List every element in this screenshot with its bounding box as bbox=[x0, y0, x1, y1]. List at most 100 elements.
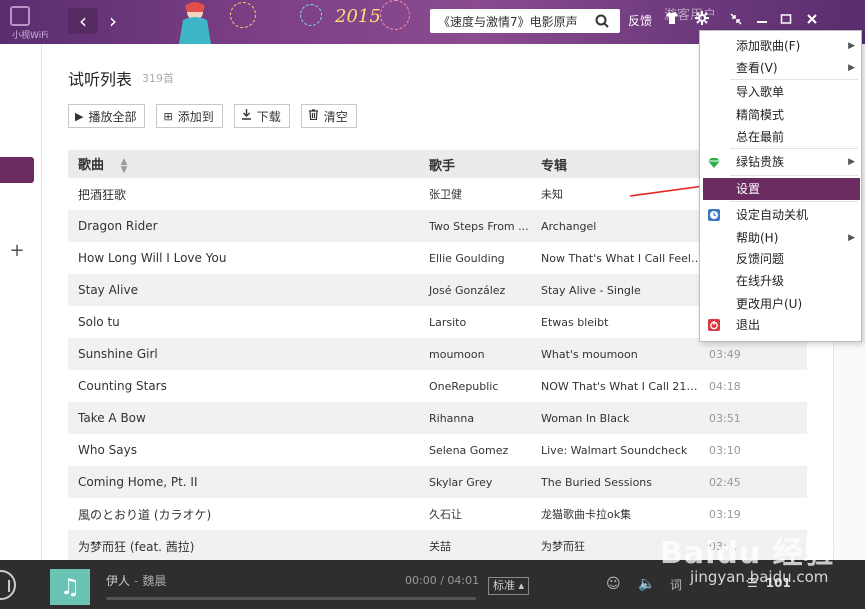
column-artist[interactable]: 歌手 bbox=[419, 155, 531, 174]
play-all-button[interactable]: ▶ 播放全部 bbox=[68, 104, 146, 128]
table-row[interactable]: Take A Bow Rihanna Woman In Black 03:51 bbox=[68, 402, 807, 434]
row-album: What's moumoon bbox=[541, 347, 638, 361]
table-body: 把酒狂歌 张卫健 未知 Dragon Rider Two Steps From ... A… bbox=[68, 178, 807, 562]
menu-item-label: 添加歌曲(F) bbox=[736, 39, 801, 53]
gear-icon[interactable] bbox=[692, 11, 712, 31]
menu-item[interactable]: 添加歌曲(F) ▶ bbox=[700, 35, 861, 57]
row-duration: 03:51 bbox=[709, 411, 741, 425]
menu-item[interactable]: 总在最前 bbox=[700, 126, 861, 148]
table-row[interactable]: Sunshine Girl moumoon What's moumoon 03:49 bbox=[68, 338, 807, 370]
now-playing-artist: 魏晨 bbox=[142, 574, 167, 588]
volume-icon[interactable]: 🔈 bbox=[638, 576, 655, 592]
now-playing[interactable]: 伊人 - 魏晨 bbox=[106, 572, 166, 589]
menu-item-label: 帮助(H) bbox=[736, 231, 779, 245]
menu-item[interactable]: 在线升级 bbox=[700, 270, 861, 292]
menu-item-label: 退出 bbox=[736, 318, 761, 332]
menu-item[interactable]: 退出 bbox=[700, 314, 861, 336]
list-icon: ☰ bbox=[747, 576, 758, 590]
year-decoration: 2015 bbox=[335, 6, 381, 27]
menu-item[interactable]: 查看(V) ▶ bbox=[700, 57, 861, 79]
lyrics-icon[interactable]: 词 bbox=[670, 576, 682, 593]
quality-selector[interactable]: 标准 ▴ bbox=[488, 577, 530, 595]
table-row[interactable]: Dragon Rider Two Steps From ... Archangel bbox=[68, 210, 807, 242]
row-song: How Long Will I Love You bbox=[78, 251, 227, 265]
menu-item[interactable]: 帮助(H) ▶ bbox=[700, 227, 861, 249]
table-row[interactable]: Stay Alive José González Stay Alive - Sing… bbox=[68, 274, 807, 306]
table-row[interactable]: How Long Will I Love You Ellie Goulding No… bbox=[68, 242, 807, 274]
sidebar-item-active[interactable] bbox=[0, 157, 34, 183]
album-cover[interactable]: ♫ bbox=[50, 569, 90, 605]
main-menu: 添加歌曲(F) ▶ 查看(V) ▶ 导入歌单 精简模式 总在最前 绿钻贵族 ▶ 设置 设定自动关机帮… bbox=[699, 30, 862, 342]
menu-item-label: 设定自动关机 bbox=[736, 208, 809, 222]
menu-item[interactable]: 导入歌单 bbox=[700, 81, 861, 103]
menu-item[interactable]: 更改用户(U) bbox=[700, 293, 861, 315]
menu-item-label: 精简模式 bbox=[736, 108, 785, 122]
search-icon[interactable] bbox=[590, 10, 614, 32]
download-button[interactable]: 下载 bbox=[233, 104, 290, 128]
menu-item-label: 在线升级 bbox=[736, 274, 785, 288]
row-album: Stay Alive - Single bbox=[541, 283, 641, 297]
row-song: 把酒狂歌 bbox=[78, 187, 127, 202]
menu-item[interactable]: 绿钻贵族 ▶ bbox=[700, 151, 861, 173]
close-icon[interactable] bbox=[802, 11, 822, 31]
play-icon: ▶ bbox=[75, 109, 84, 123]
column-song[interactable]: 歌曲 ▲ ▼ bbox=[68, 154, 419, 174]
firework-decoration bbox=[380, 0, 410, 30]
clear-label: 清空 bbox=[323, 109, 348, 124]
table-row[interactable]: Who Says Selena Gomez Live: Walmart Soundc… bbox=[68, 434, 807, 466]
menu-item[interactable]: 反馈问题 bbox=[700, 248, 861, 270]
play-pause-button[interactable]: ❙ bbox=[0, 570, 16, 600]
search-input[interactable] bbox=[430, 10, 590, 32]
maximize-icon[interactable] bbox=[776, 11, 796, 31]
play-all-label: 播放全部 bbox=[88, 109, 137, 124]
forward-button[interactable]: › bbox=[98, 8, 128, 34]
sort-icon[interactable]: ▲ ▼ bbox=[121, 157, 128, 174]
effects-icon[interactable]: ☺ bbox=[606, 576, 621, 592]
table-row[interactable]: Solo tu Larsito Etwas bleibt bbox=[68, 306, 807, 338]
back-button[interactable]: ‹ bbox=[68, 8, 98, 34]
chevron-left-icon: ‹ bbox=[79, 9, 87, 33]
menu-item[interactable]: 设置 bbox=[703, 178, 860, 200]
skin-figure-decoration bbox=[179, 2, 211, 44]
add-to-button[interactable]: ⊞ 添加到 bbox=[156, 104, 223, 128]
row-album: Etwas bleibt bbox=[541, 315, 609, 329]
table-header: 歌曲 ▲ ▼ 歌手 专辑 bbox=[68, 150, 807, 178]
table-row[interactable]: 風のとおり道 (カラオケ) 久石让 龙猫歌曲卡拉ok集 03:19 bbox=[68, 498, 807, 530]
menu-item-label: 反馈问题 bbox=[736, 252, 785, 266]
table-row[interactable]: Coming Home, Pt. II Skylar Grey The Buried… bbox=[68, 466, 807, 498]
menu-item-label: 总在最前 bbox=[736, 130, 785, 144]
row-song: Sunshine Girl bbox=[78, 347, 158, 361]
menu-item-label: 绿钻贵族 bbox=[736, 155, 785, 169]
add-playlist-icon[interactable]: + bbox=[8, 242, 26, 260]
table-row[interactable]: 为梦而狂 (feat. 茜拉) 关喆 为梦而狂 03:... bbox=[68, 530, 807, 562]
row-song: Solo tu bbox=[78, 315, 120, 329]
row-duration: 03:... bbox=[709, 539, 738, 553]
minimize-icon[interactable] bbox=[752, 11, 772, 31]
mini-mode-icon[interactable] bbox=[726, 11, 746, 31]
column-album[interactable]: 专辑 bbox=[531, 155, 703, 174]
download-icon bbox=[241, 109, 252, 123]
song-count: 319首 bbox=[142, 72, 174, 85]
feedback-link[interactable]: 反馈 bbox=[628, 12, 652, 29]
play-time: 00:00 / 04:01 bbox=[405, 574, 480, 587]
menu-item-label: 查看(V) bbox=[736, 61, 778, 75]
search-box bbox=[430, 9, 620, 33]
menu-item[interactable]: 设定自动关机 bbox=[700, 204, 861, 226]
menu-item-label: 导入歌单 bbox=[736, 85, 785, 99]
menu-item-label: 设置 bbox=[736, 182, 761, 196]
firework-decoration bbox=[230, 2, 256, 28]
clear-button[interactable]: 清空 bbox=[300, 104, 357, 128]
app-logo: 小视WiFi bbox=[6, 6, 56, 41]
progress-bar[interactable] bbox=[106, 597, 476, 600]
chevron-right-icon: › bbox=[109, 9, 117, 33]
table-row[interactable]: Counting Stars OneRepublic NOW That's What… bbox=[68, 370, 807, 402]
add-box-icon: ⊞ bbox=[163, 109, 173, 123]
add-to-label: 添加到 bbox=[177, 109, 214, 124]
play-queue-button[interactable]: ☰ 101 bbox=[747, 576, 791, 590]
menu-separator bbox=[730, 79, 858, 80]
left-sidebar: + bbox=[0, 44, 42, 560]
trash-icon bbox=[308, 109, 319, 123]
menu-item[interactable]: 精简模式 bbox=[700, 104, 861, 126]
column-song-label: 歌曲 bbox=[78, 158, 105, 174]
row-artist: Selena Gomez bbox=[429, 443, 509, 457]
